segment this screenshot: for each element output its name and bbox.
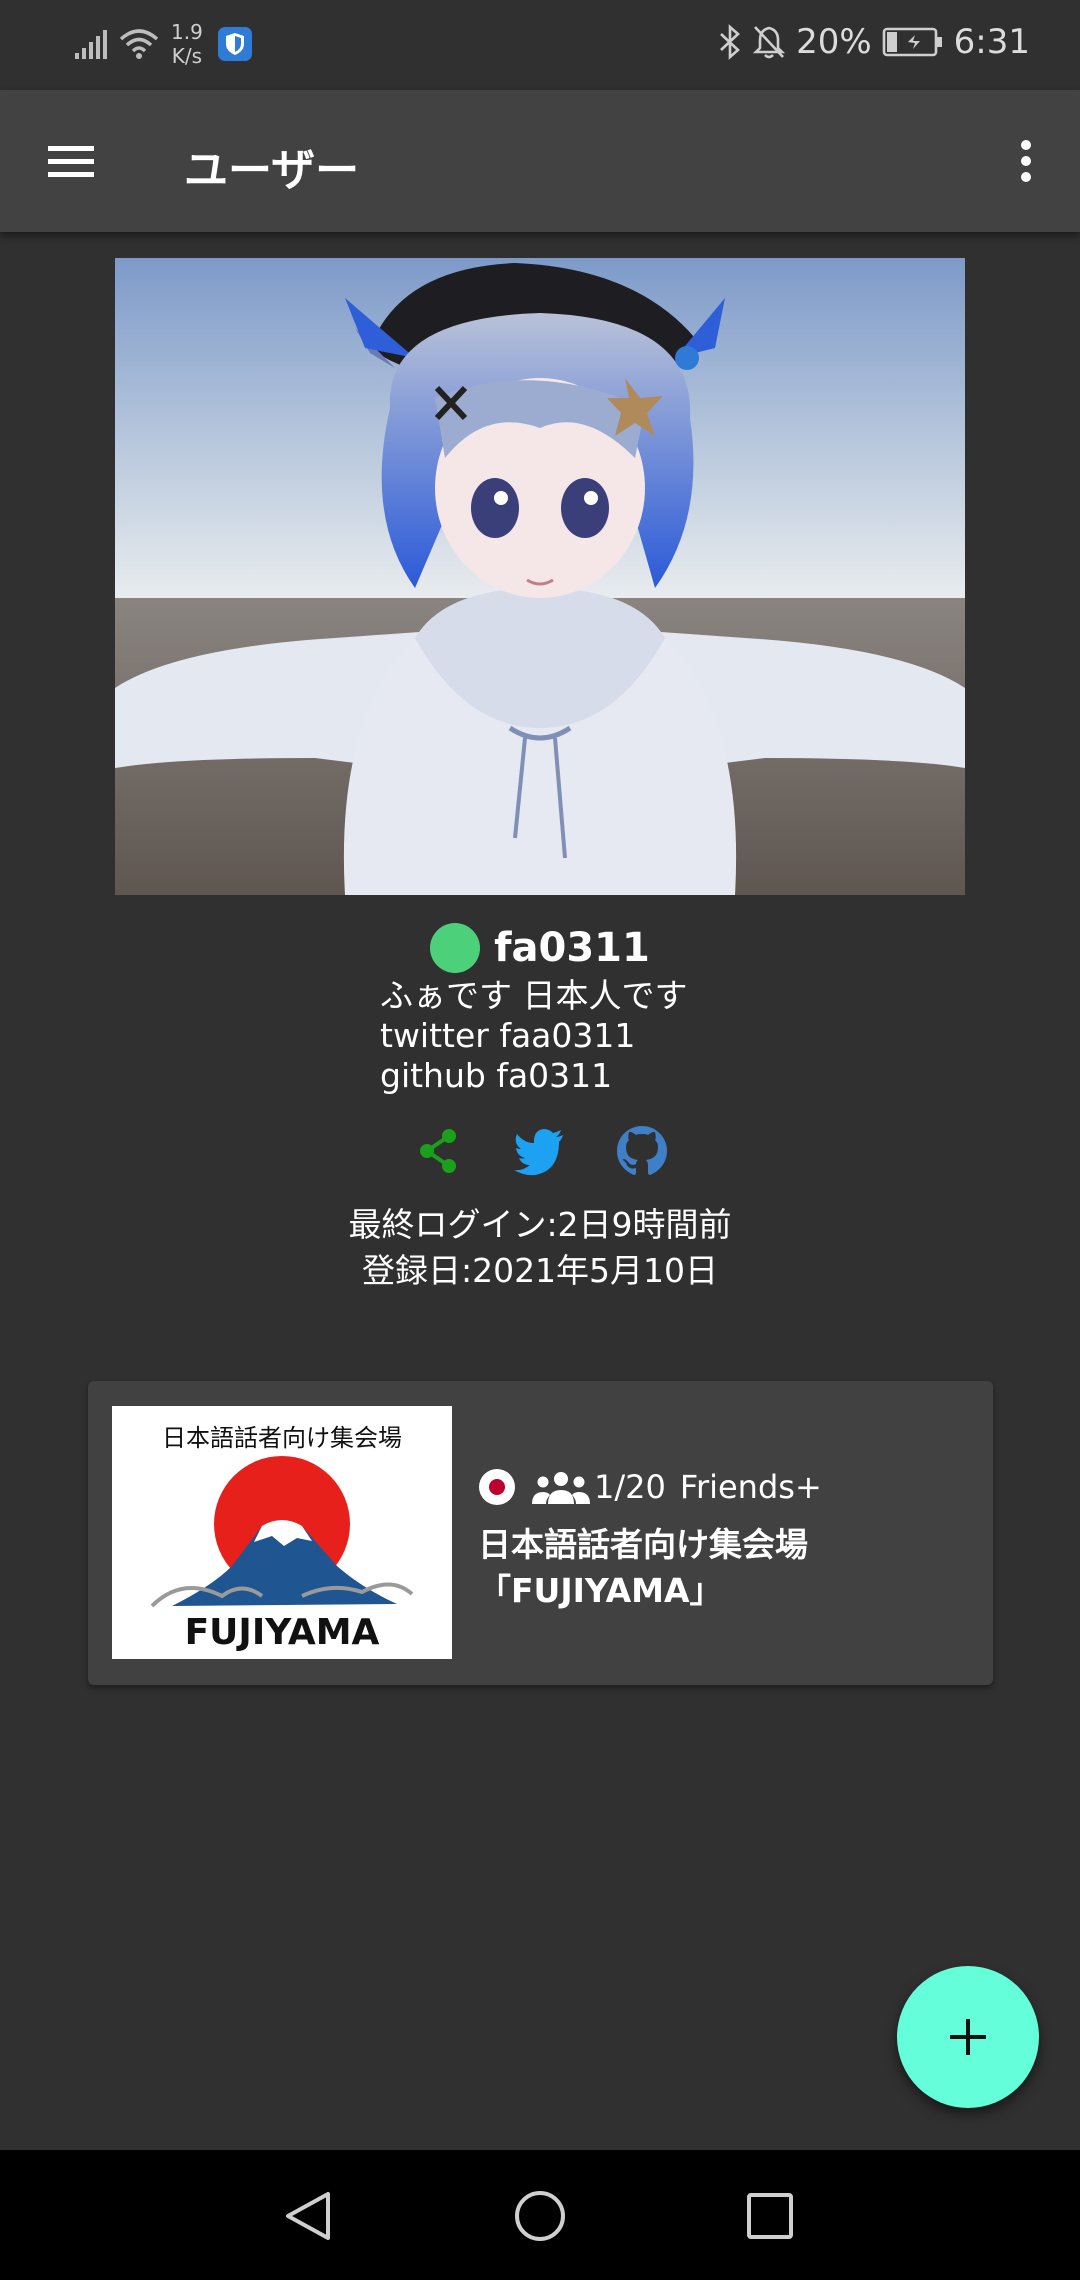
world-player-count: 1/20: [594, 1468, 666, 1506]
github-icon: [617, 1126, 667, 1175]
vpn-shield-icon: [217, 27, 252, 61]
world-thumbnail: 日本語話者向け集会場 FUJIYAMA: [112, 1406, 452, 1659]
plus-icon: [950, 2019, 986, 2055]
bio-line: github fa0311: [380, 1056, 613, 1095]
japan-flag-icon: [479, 1469, 515, 1505]
world-name: 日本語話者向け集会場 「FUJIYAMA」: [478, 1522, 973, 1614]
status-right: 20% 6:31: [708, 22, 1030, 62]
twitter-link[interactable]: [513, 1124, 567, 1178]
network-speed: 1.9 K/s: [171, 20, 203, 68]
back-button[interactable]: [280, 2188, 336, 2244]
world-name-line: 日本語話者向け集会場: [478, 1525, 808, 1564]
status-bar: 1.9 K/s 20% 6:31: [0, 0, 1080, 90]
last-login: 最終ログイン:2日9時間前: [348, 1205, 732, 1244]
bio-line: ふぁです 日本人です: [380, 976, 688, 1015]
signal-icon: [75, 30, 107, 59]
status-left: 1.9 K/s: [75, 20, 253, 68]
registered-date: 登録日:2021年5月10日: [361, 1251, 719, 1290]
share-icon: [420, 1129, 456, 1173]
world-stats: 1/20 Friends+: [478, 1464, 973, 1510]
world-access-type: Friends+: [679, 1468, 822, 1506]
home-button[interactable]: [512, 2188, 568, 2244]
back-icon: [286, 2192, 330, 2240]
twitter-icon: [514, 1129, 563, 1176]
add-fab-button[interactable]: [897, 1966, 1039, 2108]
bluetooth-icon: [720, 24, 740, 60]
github-link[interactable]: [615, 1124, 669, 1178]
thumbnail-logo: FUJIYAMA: [185, 1612, 380, 1653]
battery-percent: 20%: [796, 22, 872, 62]
share-button[interactable]: [411, 1124, 465, 1178]
social-links: [0, 1124, 1080, 1178]
world-name-line: 「FUJIYAMA」: [478, 1571, 723, 1610]
network-speed-value: 1.9: [171, 20, 203, 44]
profile-meta: 最終ログイン:2日9時間前 登録日:2021年5月10日: [0, 1202, 1080, 1294]
network-speed-unit: K/s: [171, 44, 203, 68]
username: fa0311: [494, 925, 650, 971]
world-info: 1/20 Friends+ 日本語話者向け集会場 「FUJIYAMA」: [478, 1464, 973, 1614]
more-options-button[interactable]: [1002, 132, 1050, 190]
bio-line: twitter faa0311: [380, 1016, 636, 1055]
page-title: ユーザー: [184, 145, 360, 196]
thumbnail-title: 日本語話者向け集会場: [162, 1424, 402, 1452]
avatar-image: [115, 258, 965, 895]
system-nav-bar: [0, 2150, 1080, 2280]
more-vert-icon: [1021, 140, 1031, 182]
world-card[interactable]: 日本語話者向け集会場 FUJIYAMA 1/20 Friends+ 日本語話者向…: [88, 1381, 993, 1685]
clock: 6:31: [953, 22, 1030, 62]
recents-button[interactable]: [742, 2188, 798, 2244]
hamburger-menu-icon: [48, 146, 94, 177]
profile-bio: ふぁです 日本人です twitter faa0311 github fa0311: [380, 976, 688, 1096]
people-icon: [532, 1472, 590, 1504]
app-bar: ユーザー: [0, 90, 1080, 232]
home-icon: [515, 2191, 565, 2241]
profile-name-row: fa0311: [0, 918, 1080, 978]
menu-button[interactable]: [40, 132, 102, 190]
battery-icon: [882, 27, 942, 57]
online-status-dot: [430, 923, 481, 973]
mute-bell-icon: [752, 26, 786, 59]
recents-icon: [747, 2193, 793, 2239]
wifi-icon: [119, 29, 159, 59]
